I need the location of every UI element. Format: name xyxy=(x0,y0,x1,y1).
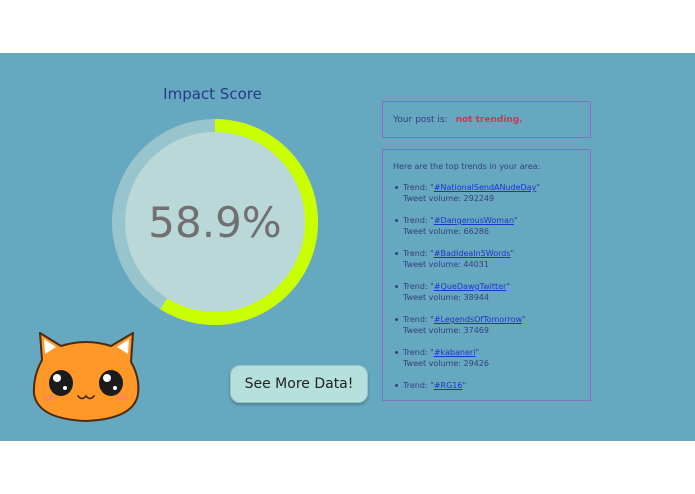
trend-label: Trend: xyxy=(403,282,428,291)
trend-line: Trend: "#NationalSendANudeDay" xyxy=(403,182,580,193)
bullet-icon xyxy=(395,285,398,288)
trend-label: Trend: xyxy=(403,183,428,192)
quote-close: " xyxy=(514,216,518,225)
orange-cat-mascot-icon xyxy=(32,332,140,423)
trend-item: Trend: "#kabaneri" Tweet volume: 29426 xyxy=(393,347,580,380)
trend-link[interactable]: #DangerousWoman xyxy=(434,216,514,225)
volume-label: Tweet volume: xyxy=(403,326,461,335)
trend-label: Trend: xyxy=(403,381,428,390)
impact-score-value: 58.9% xyxy=(148,197,282,247)
trend-list: Trend: "#NationalSendANudeDay" Tweet vol… xyxy=(393,182,580,413)
volume-label: Tweet volume: xyxy=(403,260,461,269)
quote-close: " xyxy=(462,381,467,390)
trend-item: Trend: "#QueDawgTwitter" Tweet volume: 3… xyxy=(393,281,580,314)
trend-link[interactable]: #RG16 xyxy=(434,381,463,390)
trend-item: Trend: "#RG16" xyxy=(393,380,580,413)
trend-label: Trend: xyxy=(403,315,428,324)
trend-link[interactable]: #LegendsOfTomorrow xyxy=(434,315,522,324)
volume-line: Tweet volume: 292249 xyxy=(403,193,580,204)
top-trends-panel: Here are the top trends in your area: Tr… xyxy=(382,149,591,401)
trend-item: Trend: "#BadIdeaIn5Words" Tweet volume: … xyxy=(393,248,580,281)
trend-link[interactable]: #kabaneri xyxy=(434,348,476,357)
bullet-icon xyxy=(395,318,398,321)
volume-value: 66286 xyxy=(463,227,489,236)
trend-line: Trend: "#LegendsOfTomorrow" xyxy=(403,314,580,325)
status-label: Your post is: xyxy=(393,114,448,125)
volume-line: Tweet volume: 66286 xyxy=(403,226,580,237)
quote-close: " xyxy=(475,348,480,357)
bullet-icon xyxy=(395,252,398,255)
volume-label: Tweet volume: xyxy=(403,194,461,203)
volume-line: Tweet volume: 29426 xyxy=(403,358,580,369)
trend-item: Trend: "#NationalSendANudeDay" Tweet vol… xyxy=(393,182,580,215)
status-value: not trending. xyxy=(455,114,523,125)
quote-close: " xyxy=(522,315,526,324)
volume-value: 292249 xyxy=(463,194,495,203)
bullet-icon xyxy=(395,351,398,354)
trend-link[interactable]: #NationalSendANudeDay xyxy=(434,183,537,192)
quote-close: " xyxy=(510,249,515,258)
trend-item: Trend: "#LegendsOfTomorrow" Tweet volume… xyxy=(393,314,580,347)
volume-label: Tweet volume: xyxy=(403,293,461,302)
volume-value: 44031 xyxy=(463,260,489,269)
volume-value: 38944 xyxy=(463,293,489,302)
quote-close: " xyxy=(506,282,511,291)
volume-line: Tweet volume: 37469 xyxy=(403,325,580,336)
volume-line: Tweet volume: 38944 xyxy=(403,292,580,303)
trend-line: Trend: "#DangerousWoman" xyxy=(403,215,580,226)
trend-item: Trend: "#DangerousWoman" Tweet volume: 6… xyxy=(393,215,580,248)
bullet-icon xyxy=(395,384,398,387)
trending-status-panel: Your post is: not trending. xyxy=(382,101,591,138)
trend-link[interactable]: #QueDawgTwitter xyxy=(434,282,507,291)
impact-score-gauge: 58.9% xyxy=(104,111,326,333)
dashboard-stage: Impact Score 58.9% See More Data! Your p… xyxy=(0,53,695,441)
volume-value: 29426 xyxy=(463,359,489,368)
trend-link[interactable]: #BadIdeaIn5Words xyxy=(434,249,511,258)
trend-line: Trend: "#kabaneri" xyxy=(403,347,580,358)
trend-line: Trend: "#BadIdeaIn5Words" xyxy=(403,248,580,259)
bullet-icon xyxy=(395,186,398,189)
volume-label: Tweet volume: xyxy=(403,227,461,236)
trend-label: Trend: xyxy=(403,348,428,357)
trend-line: Trend: "#RG16" xyxy=(403,380,580,391)
trend-label: Trend: xyxy=(403,249,428,258)
trend-line: Trend: "#QueDawgTwitter" xyxy=(403,281,580,292)
quote-close: " xyxy=(536,183,541,192)
volume-label: Tweet volume: xyxy=(403,359,461,368)
trend-label: Trend: xyxy=(403,216,428,225)
bullet-icon xyxy=(395,219,398,222)
impact-score-title: Impact Score xyxy=(163,85,262,103)
volume-line: Tweet volume: 44031 xyxy=(403,259,580,270)
top-trends-heading: Here are the top trends in your area: xyxy=(393,162,541,171)
see-more-data-button[interactable]: See More Data! xyxy=(230,365,368,403)
volume-value: 37469 xyxy=(463,326,489,335)
